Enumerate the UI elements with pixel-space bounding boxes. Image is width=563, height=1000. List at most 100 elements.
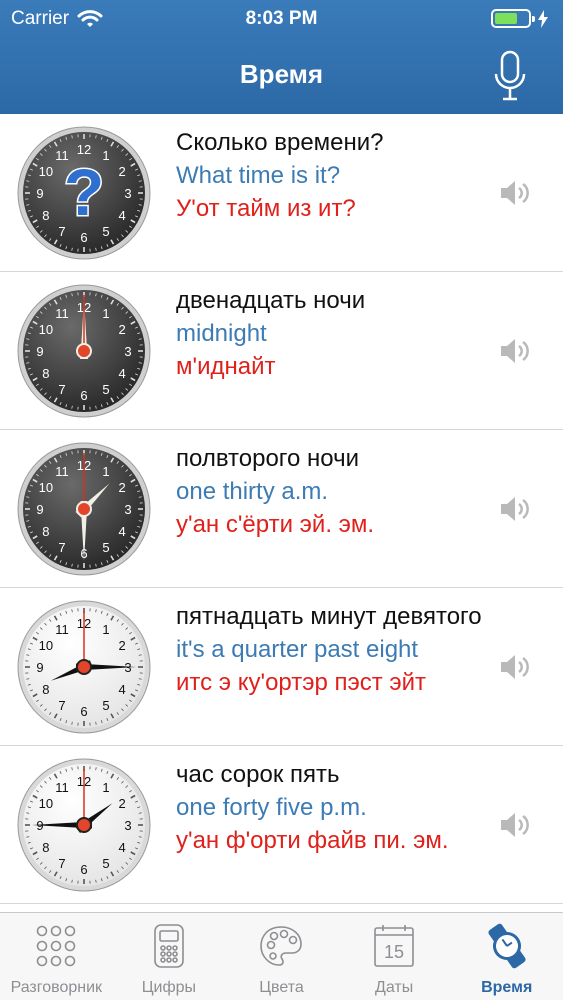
transcription: итс э ку'ортэр пэст эйт [176,669,427,696]
tab-label: Время [481,979,533,996]
svg-text:6: 6 [80,230,87,245]
svg-text:5: 5 [102,382,109,397]
speaker-icon[interactable] [498,494,532,524]
svg-text:9: 9 [36,344,43,359]
svg-text:7: 7 [58,382,65,397]
english-phrase: What time is it? [176,162,341,189]
russian-phrase: двенадцать ночи [176,287,366,314]
svg-text:4: 4 [118,682,125,697]
svg-text:3: 3 [124,344,131,359]
english-phrase: it's a quarter past eight [176,636,419,663]
svg-text:9: 9 [36,660,43,675]
svg-text:3: 3 [124,186,131,201]
tab-label: Даты [374,979,414,996]
english-phrase: one forty five p.m. [176,794,367,821]
page-title: Время [239,59,324,89]
svg-text:9: 9 [36,502,43,517]
transcription: у'ан ф'орти файв пи. эм. [176,827,449,854]
list-item[interactable]: 12 1 2 3 4 5 6 7 8 9 10 11 пятнадцать минут девятог… [0,588,563,746]
svg-text:8: 8 [42,682,49,697]
svg-text:8: 8 [42,366,49,381]
tab-numbers[interactable]: Цифры [113,913,226,1000]
list-item[interactable]: 12 1 2 3 4 5 6 7 8 9 10 11 двенадцать ночи midnight… [0,272,563,430]
tab-label: Цвета [259,979,304,996]
tab-colors[interactable]: Цвета [225,913,338,1000]
navigation-header: Carrier 8:03 PM Время [0,0,563,114]
microphone-icon[interactable] [491,50,529,102]
svg-text:4: 4 [118,840,125,855]
charging-icon [538,9,548,28]
transcription: у'ан с'ёрти эй. эм. [176,511,375,538]
dots-grid-icon [36,925,76,967]
tab-label: Цифры [141,979,197,996]
svg-text:7: 7 [58,856,65,871]
svg-text:8: 8 [42,840,49,855]
svg-text:3: 3 [124,818,131,833]
russian-phrase: Сколько времени? [176,129,384,156]
tab-time[interactable]: Время [450,913,563,1000]
svg-text:11: 11 [55,622,69,637]
svg-text:11: 11 [55,306,69,321]
svg-text:7: 7 [58,540,65,555]
speaker-icon[interactable] [498,810,532,840]
svg-text:6: 6 [80,862,87,877]
status-bar: Carrier 8:03 PM [0,0,563,38]
svg-text:5: 5 [102,856,109,871]
svg-text:10: 10 [39,480,53,495]
english-phrase: midnight [176,320,267,347]
question-clock-icon: 12 1234567891011? [17,126,151,260]
svg-text:7: 7 [58,698,65,713]
svg-text:1: 1 [102,306,109,321]
tab-bar: Разговорник Цифры Цвета 15 Даты Время [0,912,563,1000]
watch-icon [488,923,526,969]
tab-dates[interactable]: 15 Даты [338,913,451,1000]
speaker-icon[interactable] [498,178,532,208]
russian-phrase: пятнадцать минут девятого [176,603,482,630]
tab-label: Разговорник [10,979,103,996]
clock-icon: 121234567891011 [17,600,151,734]
speaker-icon[interactable] [498,336,532,366]
svg-text:8: 8 [42,208,49,223]
calculator-icon [154,924,184,968]
english-phrase: one thirty a.m. [176,478,329,505]
svg-text:4: 4 [118,208,125,223]
transcription: У'от тайм из ит? [176,195,356,222]
tab-phrasebook[interactable]: Разговорник [0,913,113,1000]
svg-text:4: 4 [118,366,125,381]
svg-text:6: 6 [80,704,87,719]
svg-text:10: 10 [39,164,53,179]
svg-text:?: ? [64,155,104,229]
svg-text:2: 2 [118,796,125,811]
status-time: 8:03 PM [245,8,318,29]
svg-text:5: 5 [102,540,109,555]
list-item[interactable]: 121234567891011 полвторого ночи one thir… [0,430,563,588]
speaker-icon[interactable] [498,652,532,682]
svg-text:1: 1 [102,464,109,479]
transcription: м'иднайт [176,353,276,380]
svg-text:9: 9 [36,186,43,201]
svg-text:2: 2 [118,322,125,337]
svg-text:2: 2 [118,480,125,495]
list-item[interactable]: 12 1 2 3 4 5 6 7 8 9 10 11? Сколько времени? What t… [0,114,563,272]
battery-icon [491,9,535,28]
clock-icon: 121234567891011 [17,284,151,418]
clock-icon: 121234567891011 [17,442,151,576]
svg-text:6: 6 [80,388,87,403]
palette-icon [260,926,303,966]
svg-text:1: 1 [102,622,109,637]
svg-text:2: 2 [118,164,125,179]
svg-text:1: 1 [102,780,109,795]
calendar-day: 15 [384,942,404,962]
svg-text:10: 10 [39,322,53,337]
svg-text:11: 11 [55,780,69,795]
battery-group [491,9,549,28]
svg-text:10: 10 [39,638,53,653]
svg-text:4: 4 [118,524,125,539]
russian-phrase: час сорок пять [176,761,340,788]
list-item[interactable]: 12 1 2 3 4 5 6 7 8 9 10 11 час сорок пять one forty… [0,746,563,904]
phrase-list[interactable]: 12 1 2 3 4 5 6 7 8 9 10 11? Сколько времени? What t… [0,114,563,912]
svg-text:10: 10 [39,796,53,811]
russian-phrase: полвторого ночи [176,445,360,472]
clock-icon: 121234567891011 [17,758,151,892]
svg-text:8: 8 [42,524,49,539]
